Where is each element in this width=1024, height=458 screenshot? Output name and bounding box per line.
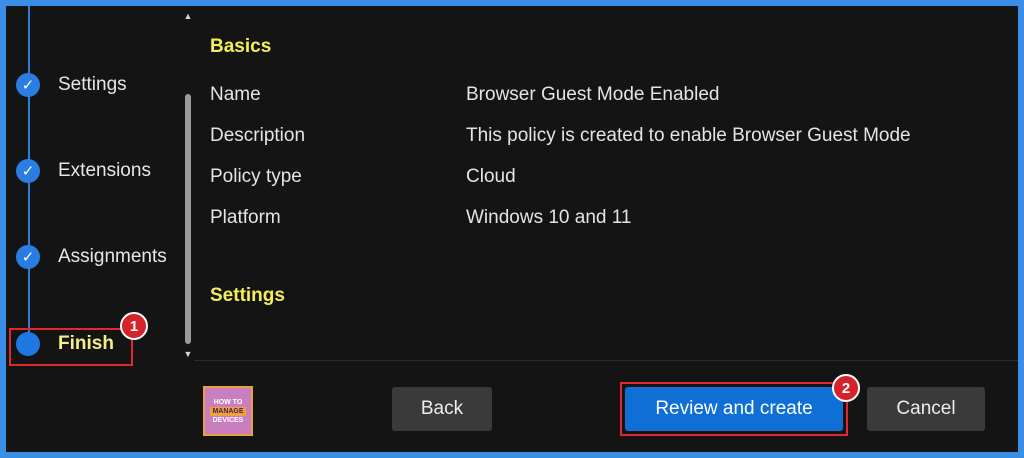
row-value: This policy is created to enable Browser… xyxy=(466,125,911,146)
annotation-highlight-finish xyxy=(9,328,133,366)
step-settings[interactable]: ✓ Settings xyxy=(16,70,127,100)
step-label: Settings xyxy=(58,74,127,95)
summary-row-description: Description This policy is created to en… xyxy=(210,125,1010,151)
wizard-window: ✓ Settings ✓ Extensions ✓ Assignments Fi… xyxy=(6,6,1018,452)
summary-row-policy-type: Policy type Cloud xyxy=(210,166,1010,192)
checkmark-icon: ✓ xyxy=(16,159,40,183)
row-value: Cloud xyxy=(466,166,516,187)
row-value: Browser Guest Mode Enabled xyxy=(466,84,720,105)
scroll-down-arrow-icon[interactable]: ▼ xyxy=(182,348,194,360)
step-assignments[interactable]: ✓ Assignments xyxy=(16,242,167,272)
summary-row-name: Name Browser Guest Mode Enabled xyxy=(210,84,1010,110)
back-button[interactable]: Back xyxy=(392,387,492,431)
review-and-create-button[interactable]: Review and create xyxy=(625,387,843,431)
stepper-scrollbar[interactable]: ▲ ▼ xyxy=(182,10,194,360)
annotation-badge-2: 2 xyxy=(832,374,860,402)
scroll-thumb[interactable] xyxy=(185,94,191,344)
step-label: Extensions xyxy=(58,160,151,181)
checkmark-icon: ✓ xyxy=(16,245,40,269)
cancel-button[interactable]: Cancel xyxy=(867,387,985,431)
logo-text-line: DEVICES xyxy=(212,416,244,424)
checkmark-icon: ✓ xyxy=(16,73,40,97)
row-key: Policy type xyxy=(210,166,302,187)
annotation-badge-1: 1 xyxy=(120,312,148,340)
logo-text-line: MANAGE xyxy=(210,406,246,416)
row-key: Platform xyxy=(210,207,281,228)
basics-section-title: Basics xyxy=(210,36,272,57)
review-summary: Basics Name Browser Guest Mode Enabled D… xyxy=(194,6,1018,361)
step-extensions[interactable]: ✓ Extensions xyxy=(16,156,151,186)
scroll-up-arrow-icon[interactable]: ▲ xyxy=(182,10,194,22)
footer-divider xyxy=(194,360,1018,361)
how-to-manage-devices-logo: HOW TO MANAGE DEVICES xyxy=(203,386,253,436)
logo-text-line: HOW TO xyxy=(213,398,243,406)
summary-row-platform: Platform Windows 10 and 11 xyxy=(210,207,1010,233)
settings-section-title: Settings xyxy=(210,285,285,306)
wizard-stepper: ✓ Settings ✓ Extensions ✓ Assignments Fi… xyxy=(6,6,184,366)
row-key: Description xyxy=(210,125,306,146)
step-label: Assignments xyxy=(58,246,167,267)
row-value: Windows 10 and 11 xyxy=(466,207,632,228)
row-key: Name xyxy=(210,84,261,105)
